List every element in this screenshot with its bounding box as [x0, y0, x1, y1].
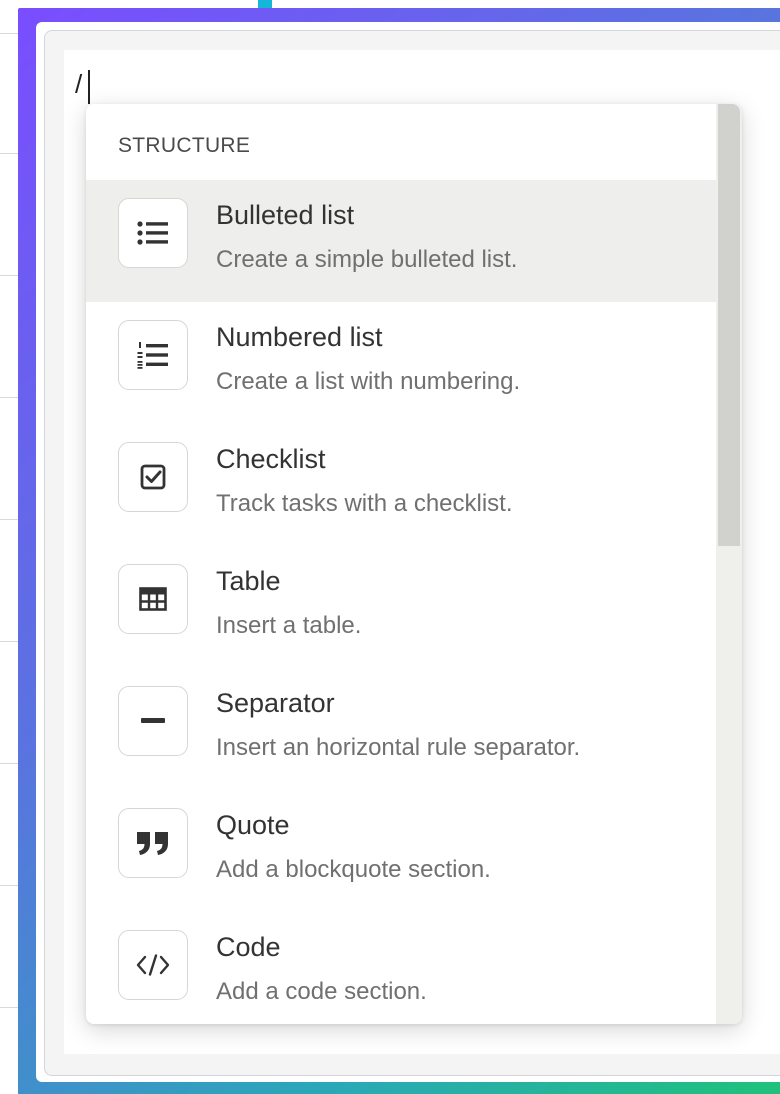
bulleted-list-icon	[118, 198, 188, 268]
menu-item-checklist[interactable]: Checklist Track tasks with a checklist.	[86, 424, 716, 546]
background-top-strip	[0, 0, 780, 8]
checklist-icon	[118, 442, 188, 512]
menu-item-title: Bulleted list	[216, 200, 355, 230]
section-label-structure: STRUCTURE	[118, 134, 251, 157]
menu-item-description: Track tasks with a checklist.	[216, 490, 513, 517]
background-page-left	[0, 0, 18, 1094]
menu-item-description: Create a simple bulleted list.	[216, 246, 518, 273]
menu-item-title: Code	[216, 932, 281, 962]
menu-item-table[interactable]: Table Insert a table.	[86, 546, 716, 668]
menu-item-numbered-list[interactable]: Numbered list Create a list with numberi…	[86, 302, 716, 424]
text-caret	[88, 70, 90, 104]
menu-item-title: Numbered list	[216, 322, 383, 352]
menu-item-separator[interactable]: Separator Insert an horizontal rule sepa…	[86, 668, 716, 790]
menu-item-title: Quote	[216, 810, 290, 840]
menu-item-description: Insert a table.	[216, 612, 362, 639]
menu-item-description: Add a blockquote section.	[216, 856, 491, 883]
menu-item-title: Checklist	[216, 444, 326, 474]
typed-slash-command: /	[75, 69, 83, 99]
separator-icon	[118, 686, 188, 756]
command-list: STRUCTURE Bulleted list Create a simple …	[86, 104, 716, 1024]
menu-item-description: Add a code section.	[216, 978, 427, 1005]
menu-scrollbar-thumb[interactable]	[718, 104, 740, 546]
numbered-list-icon	[118, 320, 188, 390]
table-icon	[118, 564, 188, 634]
menu-item-description: Create a list with numbering.	[216, 368, 521, 395]
menu-item-title: Separator	[216, 688, 335, 718]
slash-command-menu: STRUCTURE Bulleted list Create a simple …	[86, 104, 742, 1024]
menu-item-code[interactable]: Code Add a code section.	[86, 912, 716, 1024]
quote-icon	[118, 808, 188, 878]
menu-item-description: Insert an horizontal rule separator.	[216, 734, 581, 761]
code-icon	[118, 930, 188, 1000]
menu-item-bulleted-list[interactable]: Bulleted list Create a simple bulleted l…	[86, 180, 716, 302]
menu-item-title: Table	[216, 566, 281, 596]
menu-item-quote[interactable]: Quote Add a blockquote section.	[86, 790, 716, 912]
